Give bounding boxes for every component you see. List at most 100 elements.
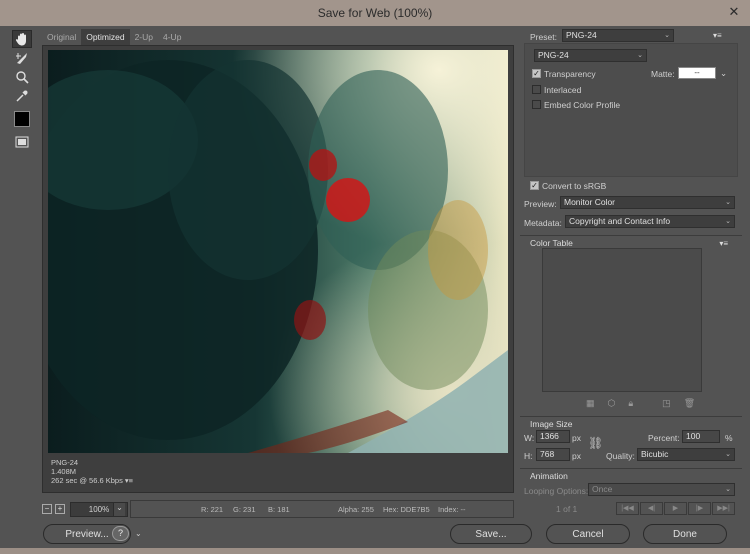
eyedropper-color-swatch[interactable] xyxy=(14,111,30,127)
trash-icon[interactable]: 🗑︎ xyxy=(684,398,695,409)
chevron-down-icon: ⌄ xyxy=(725,486,731,493)
width-input[interactable]: 1366 xyxy=(536,430,570,443)
color-table-menu-icon[interactable]: ▾≡ xyxy=(719,237,728,251)
preview-pane: PNG-24 1.408M 262 sec @ 56.6 Kbps ▾≡ xyxy=(42,45,514,493)
convert-to-srgb-checkbox[interactable]: ✓ xyxy=(530,181,539,190)
preview-mode-select[interactable]: Monitor Color ⌄ xyxy=(560,196,735,209)
image-size-title: Image Size xyxy=(530,419,573,429)
lock-icon[interactable]: 🔒︎ xyxy=(628,398,633,409)
chevron-down-icon: ⌄ xyxy=(664,32,670,39)
save-for-web-dialog: Save for Web (100%) ✕ Original Optimized… xyxy=(0,0,750,554)
image-size-header: Image Size xyxy=(520,416,742,430)
play-icon[interactable]: ▶ xyxy=(664,502,687,515)
transparency-checkbox[interactable]: ✓ xyxy=(532,69,541,78)
eyedropper-tool-icon[interactable] xyxy=(12,87,32,105)
chevron-down-icon: ⌄ xyxy=(725,199,731,206)
color-readout: R: 221 G: 231 B: 181 Alpha: 255 Hex: DDE… xyxy=(130,500,514,518)
chevron-down-icon: ⌄ xyxy=(113,502,125,516)
hand-tool-icon[interactable] xyxy=(12,30,32,48)
index-value: Index: -- xyxy=(438,504,466,514)
height-input[interactable]: 768 xyxy=(536,448,570,461)
frame-counter: 1 of 1 xyxy=(556,504,578,514)
color-table-actions: ▦ ⬡ 🔒︎ ◳ 🗑︎ xyxy=(586,398,695,409)
alpha-value: Alpha: 255 xyxy=(338,504,374,514)
looping-options-label: Looping Options: xyxy=(524,486,589,496)
red-value: R: 221 xyxy=(201,504,224,514)
matte-label: Matte: xyxy=(651,69,675,79)
matte-chevron-down-icon[interactable]: ⌄ xyxy=(720,68,727,79)
looping-options-value: Once xyxy=(592,484,613,494)
zoom-in-button[interactable]: + xyxy=(55,504,65,514)
new-color-icon[interactable]: ◳ xyxy=(662,398,671,409)
browser-help-icon[interactable]: ? xyxy=(112,526,129,541)
window-title: Save for Web (100%) xyxy=(317,6,433,20)
preset-label: Preset: xyxy=(530,32,557,42)
height-label: H: xyxy=(524,451,533,461)
zoom-level-value: 100% xyxy=(88,504,110,514)
zoom-tool-icon[interactable] xyxy=(12,68,32,86)
animation-header: Animation xyxy=(520,468,742,482)
taskbar-strip xyxy=(0,548,750,554)
web-snap-icon[interactable]: ▦ xyxy=(586,398,595,409)
tab-2-up[interactable]: 2-Up xyxy=(130,29,158,45)
percent-unit: % xyxy=(725,433,733,443)
done-button[interactable]: Done xyxy=(643,524,727,544)
optimized-image-info: PNG-24 1.408M 262 sec @ 56.6 Kbps ▾≡ xyxy=(51,458,133,485)
zoom-level-select[interactable]: 100% ⌄ xyxy=(70,501,128,517)
constrain-proportions-link-icon[interactable]: ⛓︎ xyxy=(588,436,603,450)
animation-title: Animation xyxy=(530,471,568,481)
tab-4-up[interactable]: 4-Up xyxy=(158,29,186,45)
interlaced-checkbox[interactable] xyxy=(532,85,541,94)
zoom-out-button[interactable]: − xyxy=(42,504,52,514)
animation-controls: |◀◀ ◀| ▶ |▶ ▶▶| xyxy=(616,502,736,515)
cancel-button[interactable]: Cancel xyxy=(546,524,630,544)
color-table-title: Color Table xyxy=(530,238,573,248)
quality-select[interactable]: Bicubic ⌄ xyxy=(637,448,735,461)
image-file-size: 1.408M xyxy=(51,467,77,476)
format-settings-box xyxy=(524,43,738,177)
embed-color-profile-checkbox[interactable] xyxy=(532,100,541,109)
browser-select-chevron-icon[interactable]: ⌄ xyxy=(135,529,142,538)
blue-value: B: 181 xyxy=(268,504,290,514)
tab-original[interactable]: Original xyxy=(42,29,81,45)
chevron-down-icon: ⌄ xyxy=(725,451,731,458)
transparency-label: Transparency xyxy=(544,69,596,79)
convert-to-srgb-label: Convert to sRGB xyxy=(542,181,607,191)
interlaced-label: Interlaced xyxy=(544,85,582,95)
file-format-value: PNG-24 xyxy=(538,50,569,60)
status-bar: − + 100% ⌄ R: 221 G: 231 B: 181 Alpha: 2… xyxy=(42,500,514,518)
first-frame-icon[interactable]: |◀◀ xyxy=(616,502,639,515)
toggle-slices-visibility-icon[interactable] xyxy=(12,133,32,151)
next-frame-icon[interactable]: |▶ xyxy=(688,502,711,515)
optimized-image-preview[interactable] xyxy=(48,50,508,453)
file-format-select[interactable]: PNG-24 ⌄ xyxy=(534,49,647,62)
slice-select-tool-icon[interactable] xyxy=(12,49,32,67)
previous-frame-icon[interactable]: ◀| xyxy=(640,502,663,515)
color-table-area xyxy=(542,248,702,392)
metadata-select[interactable]: Copyright and Contact Info ⌄ xyxy=(565,215,735,228)
width-unit: px xyxy=(572,433,581,443)
hex-value: Hex: DDE7B5 xyxy=(383,504,430,514)
tab-optimized[interactable]: Optimized xyxy=(81,29,130,45)
last-frame-icon[interactable]: ▶▶| xyxy=(712,502,735,515)
embed-color-profile-label: Embed Color Profile xyxy=(544,100,621,110)
image-format: PNG-24 xyxy=(51,458,79,467)
close-icon[interactable]: ✕ xyxy=(722,2,746,22)
percent-label: Percent: xyxy=(648,433,680,443)
metadata-value: Copyright and Contact Info xyxy=(569,216,671,226)
preview-label: Preview: xyxy=(524,199,557,209)
preset-value: PNG-24 xyxy=(566,30,597,40)
matte-color-swatch[interactable]: -- xyxy=(678,67,716,79)
save-button[interactable]: Save... xyxy=(450,524,532,544)
optimize-menu-icon[interactable]: ▾≡ xyxy=(713,31,722,40)
percent-input[interactable]: 100 xyxy=(682,430,720,443)
preset-select[interactable]: PNG-24 ⌄ xyxy=(562,29,674,42)
download-time: 262 sec @ 56.6 Kbps xyxy=(51,476,123,485)
width-label: W: xyxy=(524,433,535,443)
quality-label: Quality: xyxy=(606,451,635,461)
chevron-down-icon: ⌄ xyxy=(637,52,643,59)
download-speed-menu-icon[interactable]: ▾≡ xyxy=(125,476,133,485)
metadata-label: Metadata: xyxy=(524,218,562,228)
cube-icon[interactable]: ⬡ xyxy=(608,398,616,409)
looping-options-select[interactable]: Once ⌄ xyxy=(588,483,735,496)
